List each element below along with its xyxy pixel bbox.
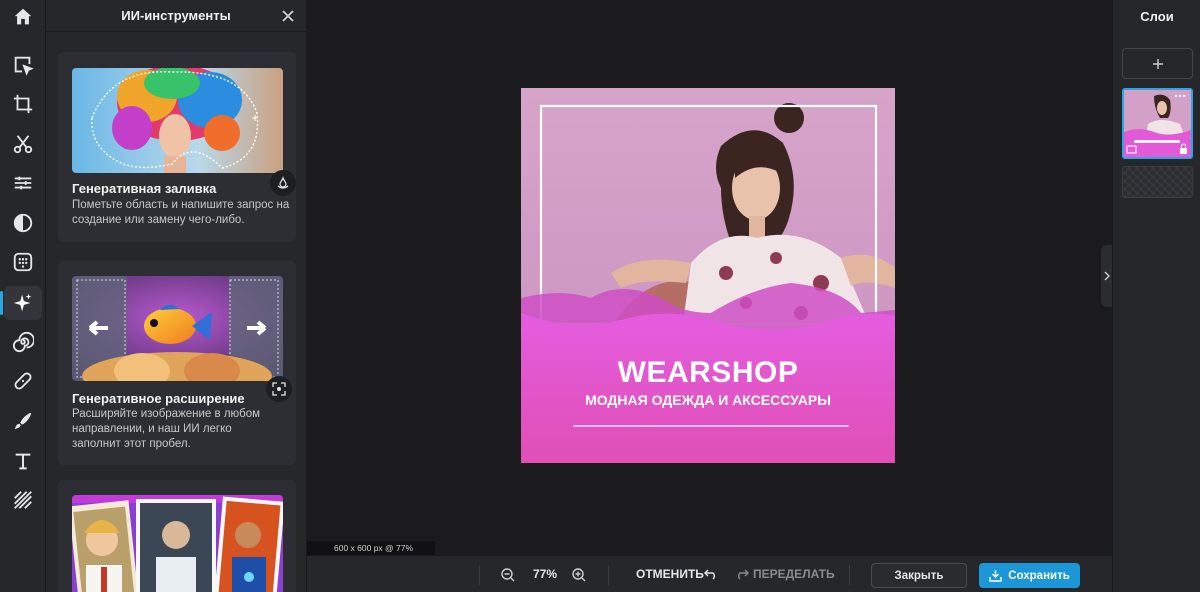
- zoom-out-icon[interactable]: [501, 568, 515, 582]
- ai-portrait-card[interactable]: [58, 480, 296, 592]
- panel-title: ИИ-инструменты: [121, 8, 231, 23]
- spiral-icon[interactable]: [4, 325, 42, 359]
- layers-panel: Слои: [1112, 0, 1200, 592]
- ai-sparkle-icon[interactable]: [0, 286, 42, 320]
- tool-rail: [0, 0, 46, 592]
- generative-expand-badge: [266, 376, 292, 402]
- close-button[interactable]: Закрыть: [871, 563, 967, 588]
- brand-tagline: МОДНАЯ ОДЕЖДА И АКСЕССУАРЫ: [585, 392, 831, 408]
- brush-icon[interactable]: [4, 404, 42, 438]
- undo-button[interactable]: ОТМЕНИТЬ: [636, 567, 704, 581]
- fill-icon: [277, 176, 289, 189]
- text-icon[interactable]: [4, 444, 42, 478]
- generative-expand-card[interactable]: Генеративное расширение Расширяйте изобр…: [58, 261, 296, 465]
- design-artwork[interactable]: WEARSHOP МОДНАЯ ОДЕЖДА И АКСЕССУАРЫ: [521, 88, 895, 463]
- effects-icon[interactable]: [4, 245, 42, 279]
- pattern-icon[interactable]: [4, 483, 42, 517]
- select-icon[interactable]: [4, 48, 42, 82]
- close-icon[interactable]: [280, 8, 296, 24]
- save-button[interactable]: Сохранить: [979, 563, 1080, 588]
- ai-tools-panel: ИИ-инструменты Генеративная заливка Поме…: [46, 0, 307, 592]
- undo-icon[interactable]: [704, 568, 718, 580]
- zoom-level: 77%: [533, 567, 558, 581]
- empty-layer-slot[interactable]: [1122, 166, 1193, 198]
- plus-icon: [1152, 58, 1163, 69]
- layers-title: Слои: [1140, 9, 1174, 24]
- chevron-right-icon: [1104, 271, 1110, 281]
- adjust-icon[interactable]: [4, 166, 42, 200]
- add-layer-button[interactable]: [1122, 48, 1193, 79]
- card-title: Генеративное расширение: [72, 391, 245, 406]
- layer-item[interactable]: [1122, 88, 1193, 159]
- generative-expand-thumbnail: [72, 276, 283, 381]
- bandage-icon[interactable]: [4, 364, 42, 398]
- panel-header: ИИ-инструменты: [46, 0, 306, 32]
- card-description: Пометьте область и напишите запрос на со…: [72, 199, 290, 226]
- crop-icon[interactable]: [4, 87, 42, 121]
- canvas-stage[interactable]: WEARSHOP МОДНАЯ ОДЕЖДА И АКСЕССУАРЫ 600 …: [307, 0, 1112, 555]
- card-description: Расширяйте изображение в любом направлен…: [72, 408, 261, 450]
- contrast-icon[interactable]: [4, 206, 42, 240]
- zoom-in-icon[interactable]: [572, 568, 586, 582]
- cut-icon[interactable]: [4, 127, 42, 161]
- generative-fill-card[interactable]: Генеративная заливка Пометьте область и …: [58, 52, 296, 242]
- bottom-toolbar: 77% ОТМЕНИТЬ ПЕРЕДЕЛАТЬ Закрыть Сохранит…: [307, 555, 1112, 592]
- home-icon[interactable]: [4, 0, 42, 34]
- download-icon: [989, 570, 1002, 582]
- ai-portrait-thumbnail: [72, 495, 283, 592]
- divider: [608, 565, 609, 585]
- brand-title: WEARSHOP: [617, 356, 799, 389]
- divider: [849, 565, 850, 585]
- generative-fill-thumbnail: [72, 68, 283, 173]
- redo-icon[interactable]: [735, 568, 749, 580]
- expand-icon: [272, 382, 286, 396]
- card-title: Генеративная заливка: [72, 181, 217, 196]
- redo-button[interactable]: ПЕРЕДЕЛАТЬ: [753, 567, 835, 581]
- divider: [479, 565, 480, 585]
- save-button-label: Сохранить: [1008, 569, 1070, 582]
- canvas-size-label: 600 x 600 px @ 77%: [307, 541, 435, 555]
- generative-fill-badge: [270, 170, 296, 196]
